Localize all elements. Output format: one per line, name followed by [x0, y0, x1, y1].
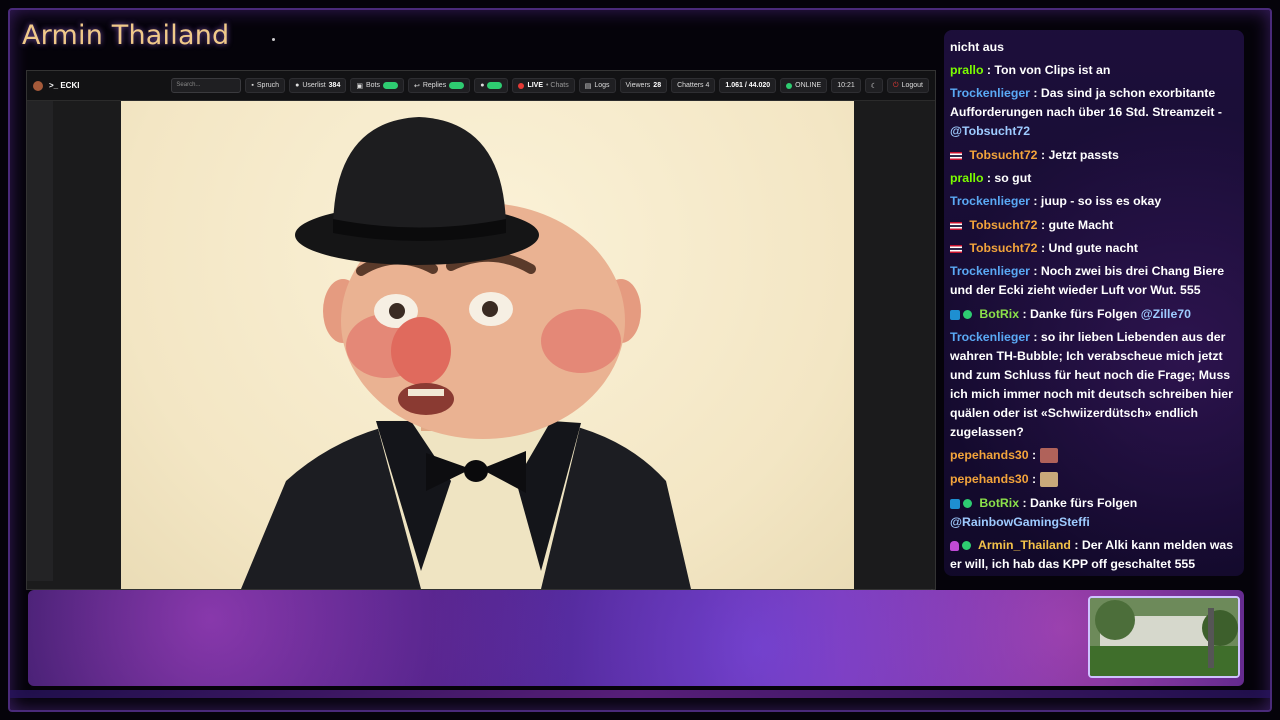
chat-username[interactable]: Tobsucht72	[969, 241, 1037, 255]
sparkle	[272, 38, 275, 41]
spruch-button[interactable]: ▪ Spruch	[245, 78, 286, 93]
chat-username[interactable]: Trockenlieger	[950, 86, 1030, 100]
chat-message: Trockenlieger : Das sind ja schon exorbi…	[950, 86, 1222, 138]
pepehands-emote-icon	[1039, 448, 1058, 464]
channel-title: Armin Thailand	[22, 20, 230, 51]
bot-badge-icon	[950, 309, 960, 320]
garden-camera-image	[1090, 598, 1238, 676]
chat-username[interactable]: prallo	[950, 63, 983, 77]
chat-username[interactable]: pepehands30	[950, 472, 1029, 486]
chat-username[interactable]: Armin_Thailand	[978, 538, 1071, 552]
chat-message: BotRix : Danke fürs Folgen @Zille70	[950, 305, 1242, 324]
dashboard-toolbar: >_ ECKI Search... ▪ Spruch ● Userlist 38…	[27, 71, 935, 101]
online-status: ONLINE	[780, 78, 828, 93]
chat-message: BotRix : Danke fürs Folgen @RainbowGamin…	[950, 496, 1138, 529]
chat-bubble-icon: ▪	[251, 82, 254, 89]
viewers-count: 28	[653, 82, 662, 89]
clock: 10:21	[831, 78, 861, 93]
beer-emote-icon	[1039, 472, 1058, 488]
broadcaster-badge-icon	[950, 540, 959, 551]
chat-username[interactable]: BotRix	[979, 307, 1019, 321]
theme-toggle[interactable]: ☾	[864, 78, 884, 93]
logs-button[interactable]: ▤ Logs	[578, 78, 616, 93]
chat-username[interactable]: Tobsucht72	[969, 148, 1037, 162]
chat-username[interactable]: Trockenlieger	[950, 194, 1030, 208]
chat-message: pepehands30 :	[950, 470, 1242, 489]
toggle-switch[interactable]	[382, 82, 398, 89]
chat-message: prallo : Ton von Clips ist an	[950, 63, 1111, 77]
bottom-decoration-bar	[28, 590, 1244, 686]
verified-check-icon	[963, 499, 972, 509]
chat-username[interactable]: Trockenlieger	[950, 330, 1030, 344]
man-in-bowler-hat-illustration	[241, 117, 691, 589]
chat-message: Tobsucht72 : gute Macht	[950, 216, 1242, 235]
chat-panel: nicht aus prallo : Ton von Clips ist an …	[944, 30, 1244, 576]
userlist-button[interactable]: ● Userlist 384	[289, 78, 347, 93]
overlay-frame-bottom	[10, 690, 1270, 698]
viewers-stat: Viewers 28	[619, 78, 668, 93]
chat-message: Trockenlieger : Noch zwei bis drei Chang…	[950, 264, 1225, 297]
chat-mention[interactable]: @Tobsucht72	[950, 124, 1030, 138]
thai-flag-icon	[950, 151, 962, 160]
live-status[interactable]: LIVE • Chats	[512, 78, 575, 93]
logout-button[interactable]: ⏻ Logout	[887, 78, 929, 93]
document-icon: ▤	[584, 82, 592, 90]
mic-toggle[interactable]: ●	[474, 78, 509, 93]
followers-ratio: 1.061 / 44.020	[719, 78, 777, 93]
toggle-switch[interactable]	[449, 82, 465, 89]
logout-icon: ⏻	[893, 81, 899, 89]
userlist-count: 384	[328, 82, 341, 89]
chat-username[interactable]: Trockenlieger	[950, 264, 1030, 278]
chat-username[interactable]: pepehands30	[950, 448, 1029, 462]
media-stage: nd	[27, 101, 935, 602]
avatar-icon	[33, 80, 43, 91]
reply-icon: ↩	[413, 82, 420, 90]
chat-username[interactable]: Tobsucht72	[969, 218, 1037, 232]
chat-message: Tobsucht72 : Und gute nacht	[950, 239, 1242, 258]
user-icon: ●	[295, 82, 300, 89]
chat-message: Armin_Thailand : Der Alki kann melden wa…	[950, 538, 1234, 571]
mic-icon: ●	[480, 82, 485, 89]
chat-username[interactable]: BotRix	[979, 496, 1019, 510]
live-dot-icon	[518, 82, 525, 89]
thai-flag-icon	[950, 244, 962, 253]
brand-label[interactable]: >_ ECKI	[49, 81, 79, 90]
bot-badge-icon	[950, 498, 960, 509]
webcam-feed	[1088, 596, 1240, 678]
moon-icon: ☾	[870, 82, 878, 90]
toggle-switch[interactable]	[487, 82, 503, 89]
chat-message: pepehands30 :	[950, 446, 1242, 465]
search-input[interactable]: Search...	[171, 78, 242, 93]
browser-window: >_ ECKI Search... ▪ Spruch ● Userlist 38…	[26, 70, 936, 602]
bots-toggle[interactable]: ▣ Bots	[350, 78, 404, 93]
chatters-stat: Chatters 4	[671, 78, 716, 93]
chat-mention[interactable]: @Zille70	[1141, 307, 1191, 321]
verified-check-icon	[962, 541, 971, 551]
online-dot-icon	[786, 82, 793, 89]
chat-mention[interactable]: @RainbowGamingSteffi	[950, 515, 1090, 529]
chat-username[interactable]: prallo	[950, 171, 983, 185]
chat-message: nicht aus	[950, 40, 1004, 54]
chat-message: Tobsucht72 : Jetzt passts	[950, 146, 1242, 165]
verified-check-icon	[963, 310, 972, 320]
chat-message: Trockenlieger : so ihr lieben Liebenden …	[950, 330, 1233, 439]
chat-message: prallo : so gut	[950, 171, 1032, 185]
replies-toggle[interactable]: ↩ Replies	[407, 78, 471, 93]
side-strip	[27, 101, 53, 581]
thai-flag-icon	[950, 221, 962, 230]
chat-message: Trockenlieger : juup - so iss es okay	[950, 194, 1162, 208]
robot-icon: ▣	[356, 82, 363, 90]
caricature-image	[121, 101, 854, 589]
